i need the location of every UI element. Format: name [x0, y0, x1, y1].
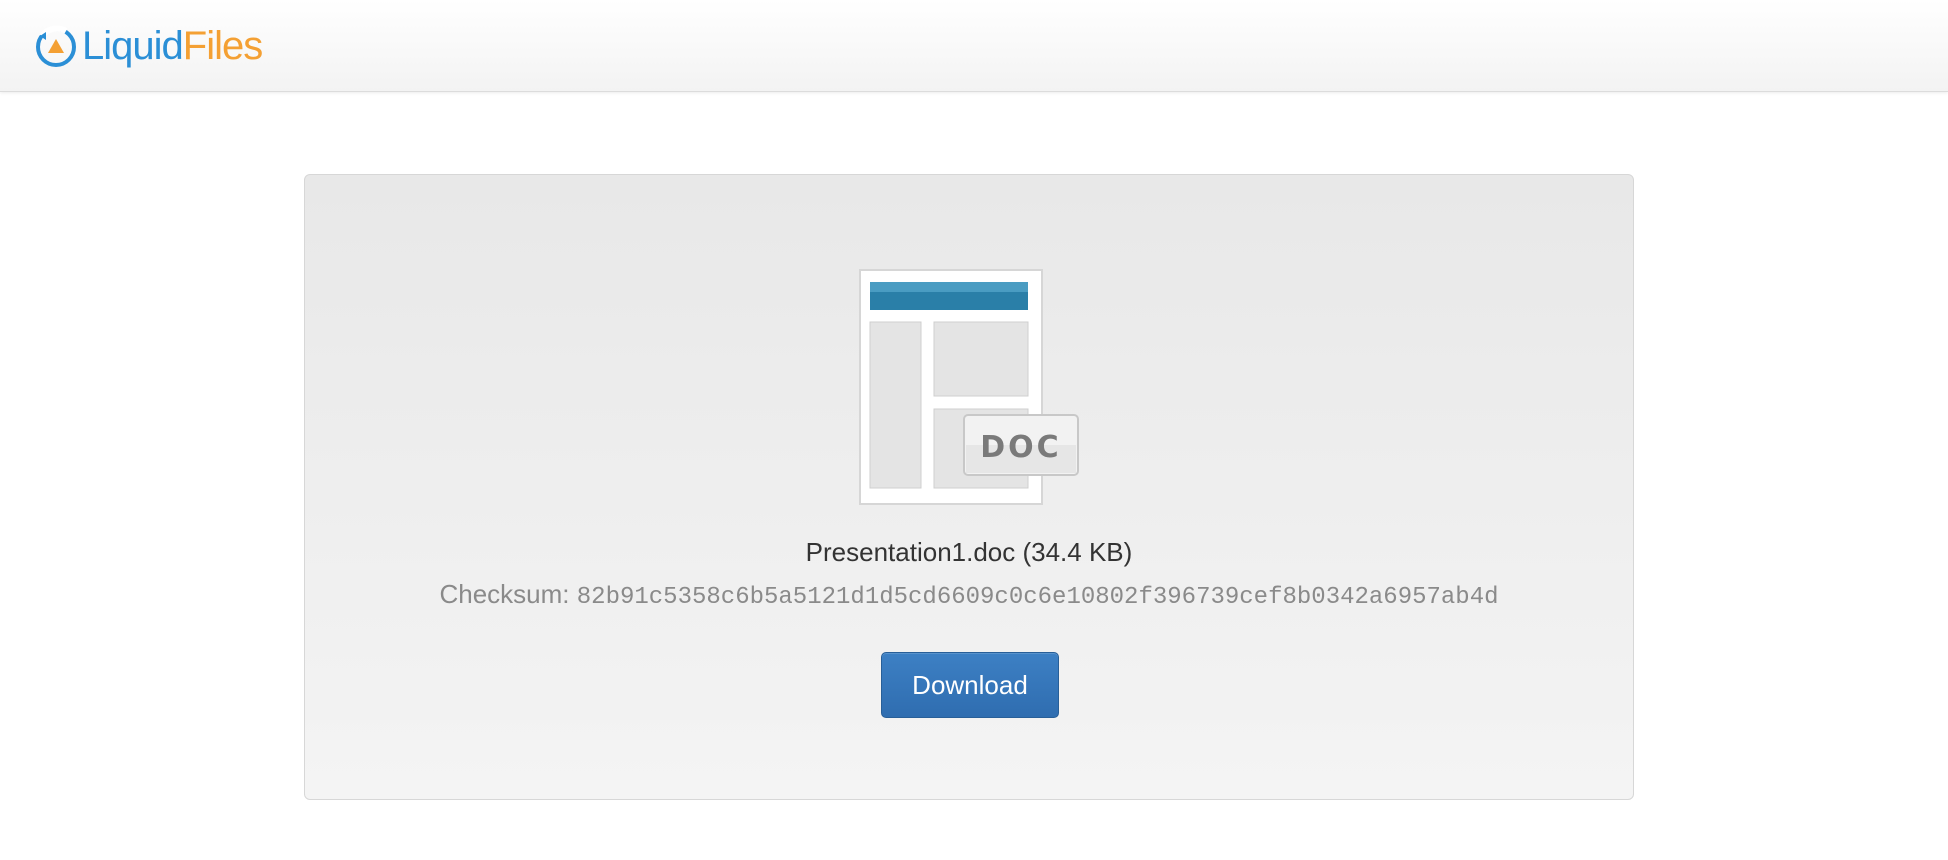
liquidfiles-logo[interactable]: LiquidFiles [32, 20, 263, 72]
doc-badge-label: DOC [980, 430, 1061, 465]
logo-wordmark: LiquidFiles [82, 24, 263, 68]
top-header: LiquidFiles [0, 0, 1948, 92]
logo-word-liquid: Liquid [82, 24, 184, 68]
file-name-size: Presentation1.doc (34.4 KB) [805, 537, 1133, 567]
liquidfiles-logo-icon [36, 25, 76, 67]
checksum-label: Checksum: [439, 579, 570, 609]
doc-file-icon: DOC [859, 269, 1079, 505]
logo-word-files: Files [182, 24, 263, 68]
checksum-value: 82b91c5358c6b5a5121d1d5cd6609c0c6e10802f… [576, 584, 1499, 611]
file-download-panel: DOC Presentation1.doc (34.4 KB) Checksum… [304, 174, 1634, 800]
checksum-line: Checksum: 82b91c5358c6b5a5121d1d5cd6609c… [305, 579, 1633, 611]
download-button[interactable]: Download [881, 652, 1059, 718]
